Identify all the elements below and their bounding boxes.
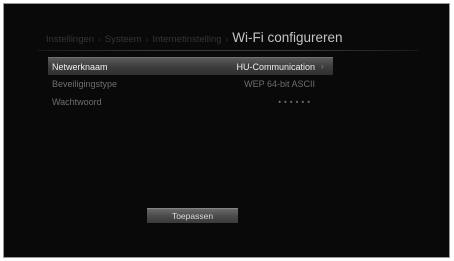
breadcrumb-separator: ›	[145, 35, 149, 44]
tv-screen: Instellingen › Systeem › Internetinstell…	[3, 3, 450, 258]
breadcrumb-separator: ›	[98, 35, 101, 44]
chevron-right-icon: ›	[321, 61, 324, 71]
setting-label: Beveiligingstype	[52, 79, 118, 89]
setting-row-security-type[interactable]: Beveiligingstype WEP 64-bit ASCII	[48, 75, 333, 93]
password-mask: ••••••	[278, 97, 313, 107]
breadcrumb-item-instellingen[interactable]: Instellingen	[46, 34, 94, 45]
setting-label: Wachtwoord	[52, 97, 102, 107]
setting-row-network-name[interactable]: Netwerknaam HU-Communication ›	[48, 57, 333, 75]
breadcrumb-separator: ›	[225, 35, 229, 44]
setting-label: Netwerknaam	[52, 61, 108, 72]
setting-row-password[interactable]: Wachtwoord ••••••	[48, 93, 333, 111]
header-divider	[38, 50, 418, 51]
setting-value: WEP 64-bit ASCII	[244, 79, 315, 89]
apply-button[interactable]: Toepassen	[147, 208, 238, 223]
breadcrumb: Instellingen › Systeem › Internetinstell…	[46, 30, 343, 48]
setting-value: HU-Communication	[236, 61, 315, 72]
breadcrumb-item-systeem[interactable]: Systeem	[105, 34, 142, 45]
settings-list: Netwerknaam HU-Communication › Beveiligi…	[48, 57, 333, 111]
breadcrumb-item-internetinstelling[interactable]: Internetinstelling	[152, 34, 221, 45]
page-title: Wi-Fi configureren	[232, 30, 343, 45]
